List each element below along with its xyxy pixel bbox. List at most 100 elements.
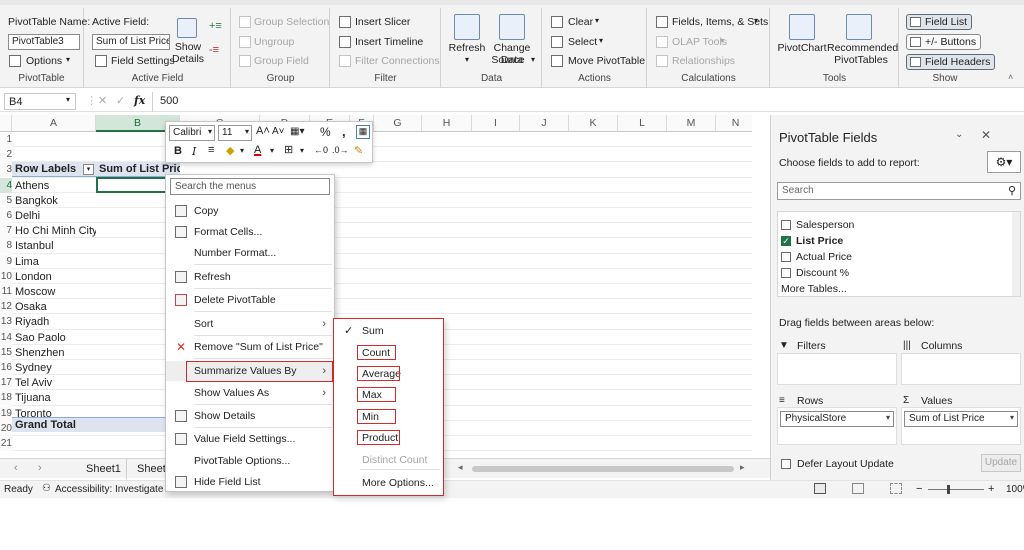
zoom-in-icon[interactable]: + (988, 483, 994, 495)
align-center-icon[interactable]: ≡ (208, 144, 214, 156)
relationships-button[interactable]: Relationships (672, 55, 735, 67)
pivot-row-label[interactable]: Delhi (12, 209, 96, 224)
field-settings-button[interactable]: Field Settings (111, 55, 175, 67)
menu-show-values-as[interactable]: Show Values As › (166, 383, 334, 403)
defer-layout-label[interactable]: Defer Layout Update (797, 458, 894, 470)
row-header[interactable]: 20 (0, 420, 12, 436)
row-header[interactable]: 14 (0, 329, 12, 345)
columns-drop-area[interactable] (901, 353, 1021, 385)
column-header-a[interactable]: A (12, 115, 96, 132)
decrease-decimal-icon[interactable]: .0→ (332, 145, 349, 155)
zoom-level[interactable]: 100% (1006, 484, 1024, 495)
column-header-m[interactable]: M (667, 115, 716, 132)
bold-icon[interactable]: B (174, 145, 182, 157)
zoom-out-icon[interactable]: − (916, 483, 922, 495)
name-box-dropdown-icon[interactable]: ▾ (66, 95, 70, 104)
normal-view-icon[interactable] (814, 483, 826, 494)
update-button[interactable]: Update (981, 454, 1021, 472)
filters-drop-area[interactable] (777, 353, 897, 385)
format-painter-icon[interactable]: ✎ (354, 144, 363, 157)
pivot-row-label[interactable]: Bangkok (12, 194, 96, 209)
menu-hide-field-list[interactable]: Hide Field List (166, 472, 334, 492)
submenu-sum[interactable]: Sum (362, 325, 384, 337)
discount-checkbox[interactable] (781, 268, 791, 278)
increase-font-icon[interactable]: A˄ (256, 125, 270, 137)
refresh-button[interactable]: Refresh (446, 42, 488, 54)
more-tables-link[interactable]: More Tables... (781, 283, 847, 295)
row-header[interactable]: 12 (0, 299, 12, 315)
column-header-j[interactable]: J (520, 115, 569, 132)
active-field-input[interactable]: Sum of List Price (92, 34, 170, 50)
recommended-pivottables-button-line1[interactable]: Recommended (827, 42, 898, 54)
clear-button[interactable]: Clear (568, 16, 593, 28)
sum-list-price-field[interactable]: Sum of List Price ▾ (904, 411, 1018, 427)
field-list-settings-icon[interactable]: ⚙▾ (987, 151, 1021, 173)
change-data-source-button-line2[interactable]: Source (483, 54, 533, 66)
menu-pivottable-options[interactable]: PivotTable Options... (166, 451, 334, 471)
enter-icon[interactable]: ✓ (116, 94, 125, 107)
font-name-dropdown-icon[interactable]: ▾ (208, 127, 212, 136)
drill-up-icon[interactable]: -≡ (209, 44, 219, 56)
olap-tools-button[interactable]: OLAP Tools (672, 36, 727, 48)
row-header[interactable]: 5 (0, 192, 12, 208)
submenu-more-options[interactable]: More Options... (362, 477, 434, 489)
pivot-row-label[interactable]: Tel Aviv (12, 376, 96, 391)
zoom-slider-thumb[interactable] (947, 485, 950, 494)
menu-sort[interactable]: Sort › (166, 314, 334, 334)
font-color-icon[interactable]: A (254, 144, 261, 156)
menu-search-box[interactable]: Search the menus (170, 178, 330, 195)
decrease-font-icon[interactable]: A˅ (272, 126, 285, 137)
font-size-box[interactable]: 11 ▾ (218, 125, 252, 141)
plus-minus-buttons-button[interactable]: +/- Buttons (906, 34, 982, 50)
row-header[interactable]: 8 (0, 238, 12, 254)
row-header[interactable]: 17 (0, 375, 12, 391)
physicalstore-dropdown-icon[interactable]: ▾ (886, 413, 890, 422)
accessibility-status[interactable]: Accessibility: Investigate (55, 484, 163, 495)
row-header[interactable]: 16 (0, 360, 12, 375)
row-header[interactable]: 6 (0, 208, 12, 223)
borders-icon[interactable]: ⊞ (284, 143, 293, 156)
refresh-dropdown-icon[interactable]: ▾ (446, 54, 488, 66)
collapse-ribbon-icon[interactable]: ˄ (1008, 72, 1013, 82)
cancel-icon[interactable]: ✕ (98, 94, 107, 107)
menu-format-cells[interactable]: Format Cells... (166, 222, 334, 242)
close-pane-icon[interactable]: ✕ (981, 128, 991, 142)
field-list-button[interactable]: Field List (906, 14, 973, 30)
row-header[interactable]: 18 (0, 390, 12, 406)
pivot-row-label[interactable]: Shenzhen (12, 346, 96, 361)
row-header[interactable]: 3 (0, 162, 12, 178)
grand-total-label[interactable]: Grand Total (12, 417, 96, 432)
pivot-row-label[interactable]: London (12, 270, 96, 285)
font-name-box[interactable]: Calibri ▾ (169, 125, 215, 141)
hscroll-left-icon[interactable]: ◂ (458, 462, 463, 473)
row-header[interactable]: 7 (0, 223, 12, 239)
menu-refresh[interactable]: Refresh (166, 267, 334, 287)
zoom-slider[interactable] (928, 489, 984, 490)
filter-connections-button[interactable]: Filter Connections (355, 55, 440, 67)
row-header[interactable]: 21 (0, 436, 12, 451)
row-header[interactable]: 13 (0, 314, 12, 330)
sheet-tab-sheet2[interactable]: Sheet (137, 463, 166, 475)
pivot-row-label[interactable]: Moscow (12, 285, 96, 300)
row-header[interactable]: 15 (0, 344, 12, 360)
column-header-g[interactable]: G (374, 115, 422, 132)
row-header[interactable]: 1 (0, 132, 12, 147)
column-header-n[interactable]: N (716, 115, 752, 132)
submenu-distinct-count[interactable]: Distinct Count (362, 454, 427, 466)
pivot-row-label[interactable]: Lima (12, 255, 96, 270)
sum-list-price-dropdown-icon[interactable]: ▾ (1010, 413, 1014, 422)
menu-number-format[interactable]: Number Format... (166, 243, 334, 263)
row-header[interactable]: 2 (0, 147, 12, 163)
borders-dropdown-icon[interactable]: ▾ (300, 146, 304, 155)
defer-layout-checkbox[interactable] (781, 459, 791, 469)
number-format-icon[interactable]: ▦▾ (290, 126, 304, 137)
hscroll-right-icon[interactable]: ▸ (740, 462, 745, 473)
row-header[interactable]: 4 (0, 177, 12, 193)
pivottable-name-input[interactable]: PivotTable3 (8, 34, 80, 50)
increase-decimal-icon[interactable]: ←0 (314, 145, 328, 155)
formula-input[interactable]: 500 (160, 95, 178, 107)
pivot-row-label[interactable]: Sydney (12, 361, 96, 376)
field-list-scrollbar[interactable] (1012, 212, 1020, 296)
insert-slicer-button[interactable]: Insert Slicer (355, 16, 410, 28)
row-header[interactable]: 9 (0, 253, 12, 269)
